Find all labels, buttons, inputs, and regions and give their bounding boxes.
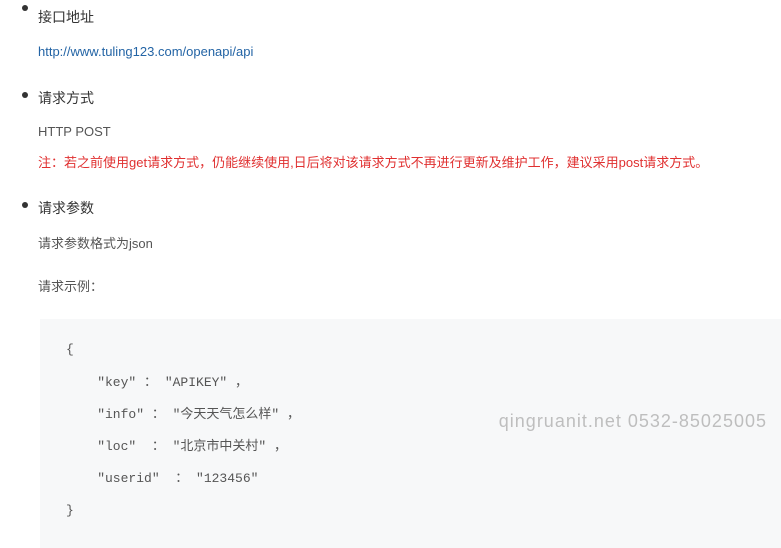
section-request-method: 请求方式 HTTP POST 注：若之前使用get请求方式，仍能继续使用,日后将… bbox=[0, 87, 781, 197]
section-api-url: 接口地址 http://www.tuling123.com/openapi/ap… bbox=[0, 0, 781, 87]
heading-request-params: 请求参数 bbox=[38, 197, 781, 219]
code-line: "userid" ： "123456" bbox=[66, 470, 755, 488]
deprecation-note: 注：若之前使用get请求方式，仍能继续使用,日后将对该请求方式不再进行更新及维护… bbox=[38, 153, 781, 174]
params-format-text: 请求参数格式为json bbox=[38, 234, 781, 255]
api-url-link[interactable]: http://www.tuling123.com/openapi/api bbox=[38, 44, 253, 59]
example-label: 请求示例： bbox=[38, 277, 781, 298]
bullet-icon bbox=[22, 202, 28, 208]
watermark-text: qingruanit.net 0532-85025005 bbox=[499, 411, 767, 432]
bullet-icon bbox=[22, 92, 28, 98]
code-line: "loc" ： "北京市中关村" ， bbox=[66, 438, 755, 456]
heading-request-method: 请求方式 bbox=[38, 87, 781, 109]
code-block: { "key" ： "APIKEY" ， "info" ： "今天天气怎么样" … bbox=[40, 319, 781, 548]
section-request-params: 请求参数 请求参数格式为json 请求示例： { "key" ： "APIKEY… bbox=[0, 197, 781, 548]
heading-api-url: 接口地址 bbox=[38, 6, 781, 28]
code-line: } bbox=[66, 502, 755, 520]
code-line: "key" ： "APIKEY" ， bbox=[66, 374, 755, 392]
code-line: { bbox=[66, 341, 755, 359]
http-method-text: HTTP POST bbox=[38, 124, 781, 139]
bullet-icon bbox=[22, 5, 28, 11]
